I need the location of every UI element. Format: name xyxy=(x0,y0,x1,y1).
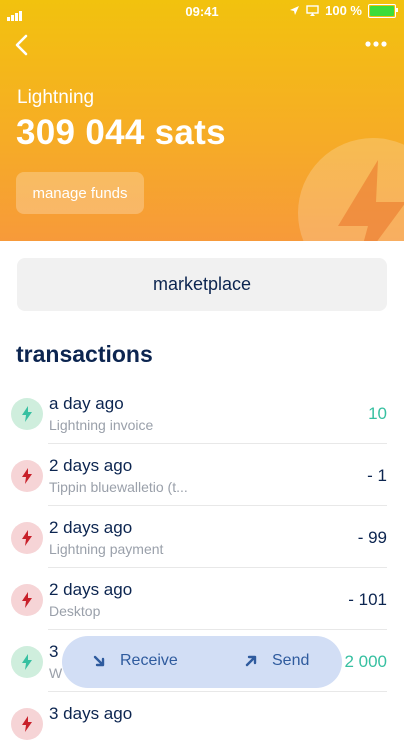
manage-funds-button[interactable]: manage funds xyxy=(16,172,144,214)
lightning-watermark-icon xyxy=(298,138,404,241)
transaction-memo: Lightning payment xyxy=(49,541,164,557)
arrow-down-left-icon xyxy=(93,655,105,667)
transaction-date: 3 days ago xyxy=(49,704,133,723)
transactions-list: a day ago Lightning invoice 10 2 days ag… xyxy=(0,382,404,754)
transaction-amount: - 1 xyxy=(367,466,387,485)
lightning-incoming-icon xyxy=(11,646,43,678)
lightning-outgoing-icon xyxy=(11,522,43,554)
transaction-memo: W xyxy=(49,665,63,681)
transaction-row[interactable]: 2 days ago Lightning payment - 99 xyxy=(0,506,404,568)
more-options-icon[interactable] xyxy=(362,34,390,54)
transaction-row[interactable]: 2 days ago Tippin bluewalletio (t... - 1 xyxy=(0,444,404,506)
lightning-outgoing-icon xyxy=(11,584,43,616)
screen-mirroring-icon xyxy=(306,5,319,16)
lightning-incoming-icon xyxy=(11,398,43,430)
receive-label: Receive xyxy=(120,652,178,669)
send-label: Send xyxy=(272,652,310,669)
arrow-up-right-icon xyxy=(245,655,257,667)
transaction-date: 2 days ago xyxy=(49,580,133,599)
transaction-memo: Tippin bluewalletio (t... xyxy=(49,479,188,495)
marketplace-button[interactable]: marketplace xyxy=(17,258,387,311)
wallet-type-label: Lightning xyxy=(17,87,95,108)
transaction-row[interactable]: a day ago Lightning invoice 10 xyxy=(0,382,404,444)
transaction-amount: - 101 xyxy=(348,590,387,609)
transaction-memo: Lightning invoice xyxy=(49,417,154,433)
send-button[interactable]: Send xyxy=(244,652,309,670)
transaction-amount: 2 000 xyxy=(344,652,387,671)
lightning-outgoing-icon xyxy=(11,460,43,492)
transaction-date: a day ago xyxy=(49,394,124,413)
transaction-memo: Desktop xyxy=(49,603,101,619)
transaction-date: 3 xyxy=(49,642,59,661)
location-icon xyxy=(290,6,300,15)
receive-button[interactable]: Receive xyxy=(92,652,178,670)
battery-icon xyxy=(368,3,398,18)
transaction-row[interactable]: 2 days ago Desktop - 101 xyxy=(0,568,404,630)
transaction-amount: 10 xyxy=(368,404,387,423)
transaction-amount: - 99 xyxy=(357,528,387,547)
battery-percent: 100 % xyxy=(325,3,362,18)
transactions-heading: transactions xyxy=(16,341,153,367)
send-receive-bar: Receive Send xyxy=(62,636,342,688)
wallet-header: 09:41 100 % Lightning 309 044 sats manag… xyxy=(0,0,404,241)
wallet-balance[interactable]: 309 044 sats xyxy=(16,113,226,153)
status-bar: 09:41 100 % xyxy=(0,0,404,22)
lightning-outgoing-icon xyxy=(11,708,43,740)
transaction-date: 2 days ago xyxy=(49,518,133,537)
transaction-date: 2 days ago xyxy=(49,456,133,475)
back-chevron-icon[interactable] xyxy=(10,32,34,58)
transaction-row[interactable]: 3 days ago xyxy=(0,692,404,754)
